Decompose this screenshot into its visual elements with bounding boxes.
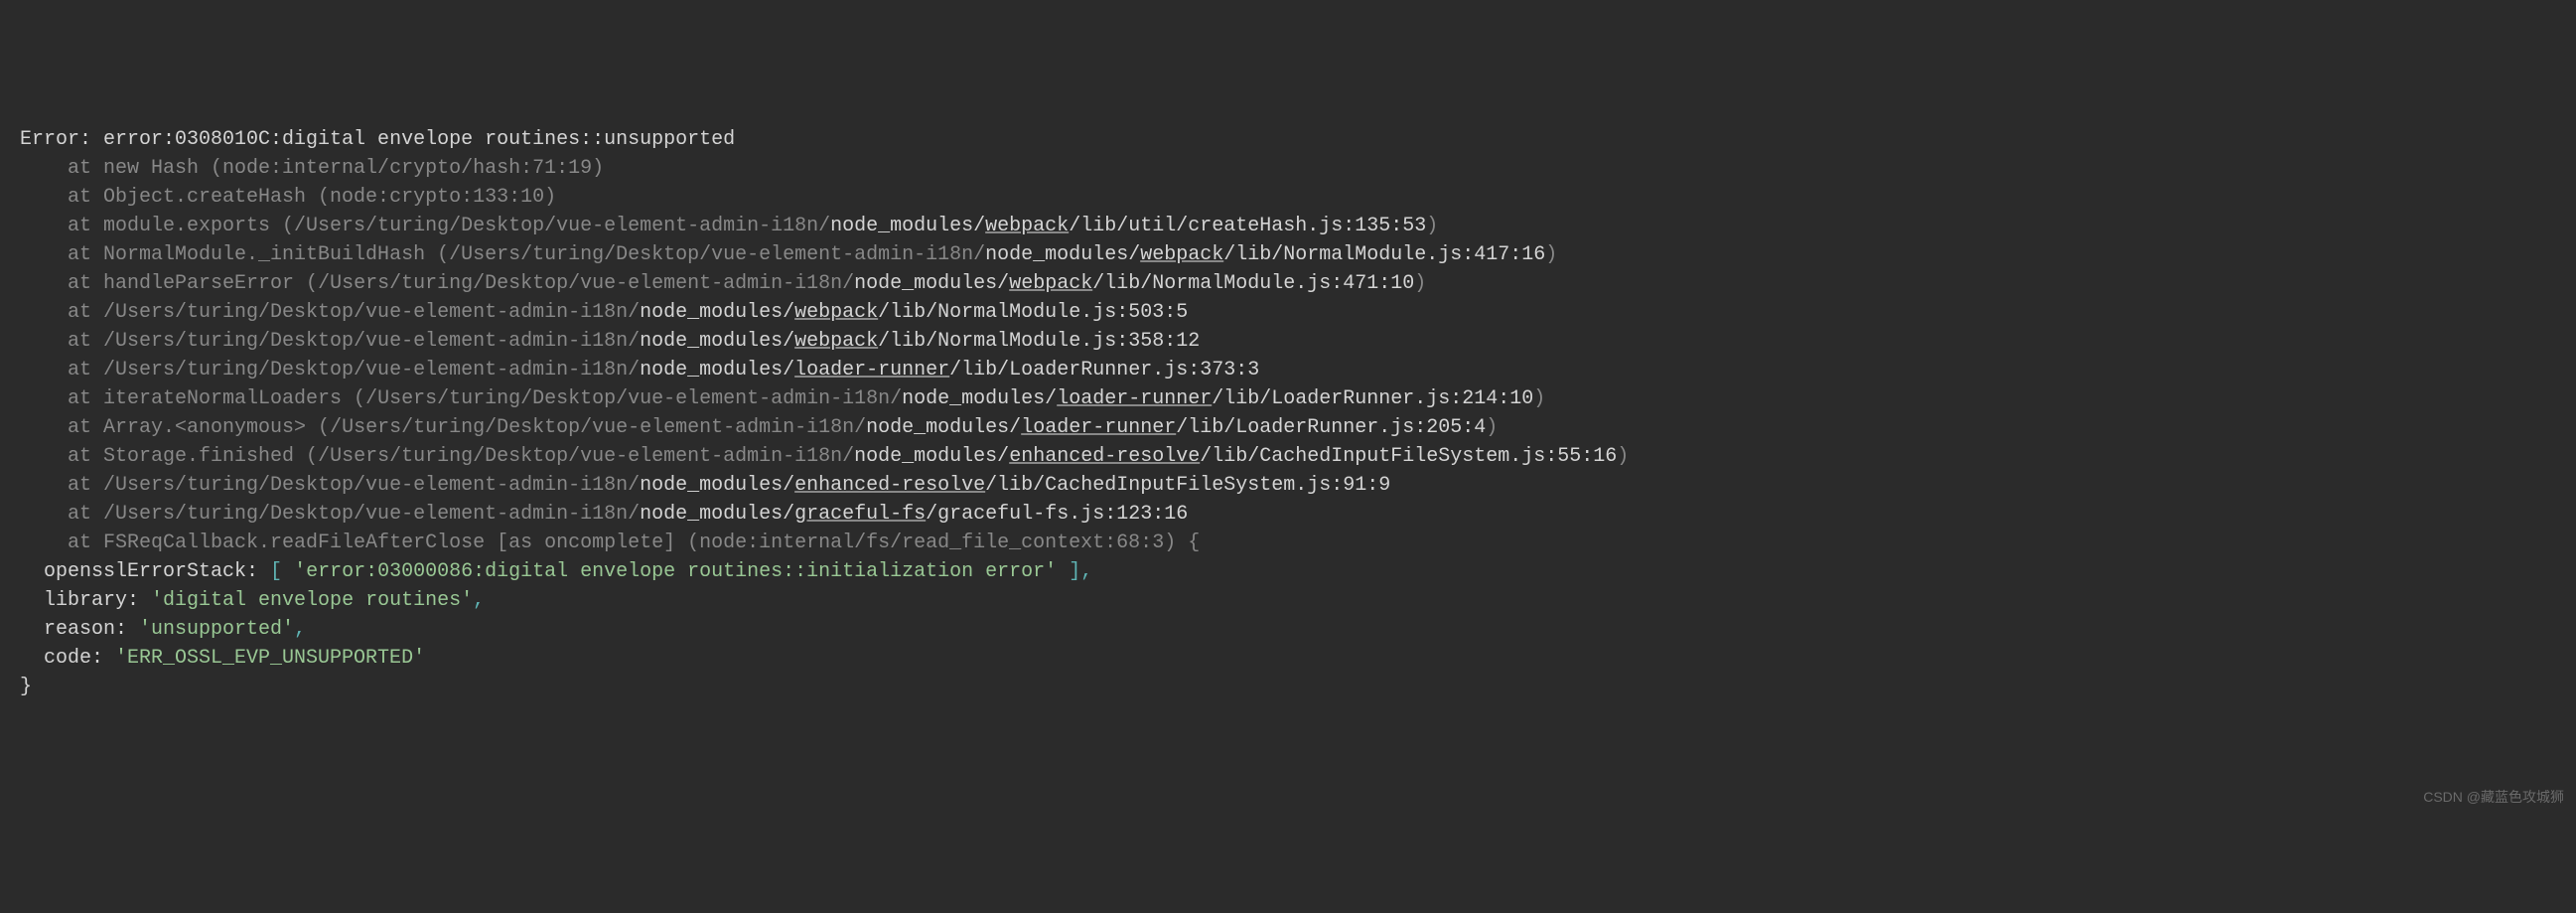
terminal-output: Error: error:0308010C:digital envelope r… bbox=[20, 125, 2556, 701]
stack-path: /lib/LoaderRunner.js:214:10 bbox=[1212, 387, 1533, 410]
prop-key: reason: bbox=[20, 618, 139, 641]
stack-module-link[interactable]: webpack bbox=[1140, 243, 1223, 266]
stack-path: node_modules/ bbox=[640, 359, 794, 381]
stack-path: /lib/util/createHash.js:135:53 bbox=[1069, 215, 1426, 237]
stack-at: at bbox=[20, 272, 103, 295]
stack-path: /lib/LoaderRunner.js:373:3 bbox=[949, 359, 1259, 381]
stack-path: /graceful-fs.js:123:16 bbox=[926, 503, 1188, 526]
stack-at: at bbox=[20, 416, 103, 439]
stack-path: /lib/NormalModule.js:358:12 bbox=[878, 330, 1200, 353]
stack-func: Object.createHash (node:crypto:133:10) bbox=[103, 186, 556, 209]
stack-close: ) bbox=[1414, 272, 1426, 295]
stack-at: at bbox=[20, 301, 103, 324]
stack-module-link[interactable]: graceful-fs bbox=[794, 503, 926, 526]
stack-module-link[interactable]: webpack bbox=[985, 215, 1069, 237]
stack-path: /Users/turing/Desktop/vue-element-admin-… bbox=[294, 215, 830, 237]
stack-func: module.exports ( bbox=[103, 215, 294, 237]
stack-path: /lib/NormalModule.js:503:5 bbox=[878, 301, 1188, 324]
prop-key: library: bbox=[20, 589, 151, 612]
bracket: [ bbox=[270, 560, 294, 583]
prop-value: 'ERR_OSSL_EVP_UNSUPPORTED' bbox=[115, 647, 425, 670]
stack-path: /Users/turing/Desktop/vue-element-admin-… bbox=[318, 272, 854, 295]
stack-path: node_modules/ bbox=[985, 243, 1140, 266]
stack-module-link[interactable]: loader-runner bbox=[794, 359, 949, 381]
stack-path: /Users/turing/Desktop/vue-element-admin-… bbox=[103, 474, 640, 497]
stack-func: FSReqCallback.readFileAfterClose [as onc… bbox=[103, 532, 1200, 554]
stack-at: at bbox=[20, 330, 103, 353]
stack-func: Storage.finished ( bbox=[103, 445, 318, 468]
stack-path: /Users/turing/Desktop/vue-element-admin-… bbox=[103, 503, 640, 526]
stack-module-link[interactable]: enhanced-resolve bbox=[794, 474, 985, 497]
stack-module-link[interactable]: webpack bbox=[1009, 272, 1092, 295]
stack-path: /lib/LoaderRunner.js:205:4 bbox=[1176, 416, 1486, 439]
stack-path: /lib/CachedInputFileSystem.js:91:9 bbox=[985, 474, 1390, 497]
stack-path: node_modules/ bbox=[640, 503, 794, 526]
stack-close: ) bbox=[1617, 445, 1629, 468]
watermark: CSDN @藏蓝色攻城狮 bbox=[2423, 787, 2564, 807]
stack-module-link[interactable]: webpack bbox=[794, 330, 878, 353]
stack-path: /Users/turing/Desktop/vue-element-admin-… bbox=[103, 330, 640, 353]
stack-at: at bbox=[20, 503, 103, 526]
stack-path: /Users/turing/Desktop/vue-element-admin-… bbox=[318, 445, 854, 468]
comma: , bbox=[294, 618, 306, 641]
stack-func: handleParseError ( bbox=[103, 272, 318, 295]
stack-module-link[interactable]: loader-runner bbox=[1057, 387, 1212, 410]
bracket: ], bbox=[1057, 560, 1092, 583]
stack-at: at bbox=[20, 157, 103, 180]
stack-at: at bbox=[20, 359, 103, 381]
comma: , bbox=[473, 589, 485, 612]
stack-close: ) bbox=[1533, 387, 1545, 410]
stack-path: node_modules/ bbox=[866, 416, 1021, 439]
stack-path: /Users/turing/Desktop/vue-element-admin-… bbox=[330, 416, 866, 439]
stack-path: /Users/turing/Desktop/vue-element-admin-… bbox=[103, 301, 640, 324]
stack-at: at bbox=[20, 474, 103, 497]
prop-key: code: bbox=[20, 647, 115, 670]
prop-value: 'unsupported' bbox=[139, 618, 294, 641]
stack-func: Array.<anonymous> ( bbox=[103, 416, 330, 439]
stack-path: /lib/NormalModule.js:417:16 bbox=[1223, 243, 1545, 266]
stack-path: node_modules/ bbox=[640, 301, 794, 324]
error-message: error:0308010C:digital envelope routines… bbox=[103, 128, 735, 151]
stack-trace: at new Hash (node:internal/crypto/hash:7… bbox=[20, 154, 2556, 557]
stack-path: /Users/turing/Desktop/vue-element-admin-… bbox=[365, 387, 902, 410]
prop-key: opensslErrorStack: bbox=[20, 560, 270, 583]
prop-value: 'digital envelope routines' bbox=[151, 589, 473, 612]
error-prefix: Error: bbox=[20, 128, 103, 151]
stack-path: /Users/turing/Desktop/vue-element-admin-… bbox=[103, 359, 640, 381]
stack-path: node_modules/ bbox=[640, 330, 794, 353]
stack-at: at bbox=[20, 186, 103, 209]
stack-path: /lib/CachedInputFileSystem.js:55:16 bbox=[1200, 445, 1617, 468]
stack-func: iterateNormalLoaders ( bbox=[103, 387, 365, 410]
stack-at: at bbox=[20, 387, 103, 410]
stack-path: node_modules/ bbox=[854, 272, 1009, 295]
stack-path: node_modules/ bbox=[830, 215, 985, 237]
stack-path: node_modules/ bbox=[854, 445, 1009, 468]
stack-module-link[interactable]: loader-runner bbox=[1021, 416, 1176, 439]
stack-path: node_modules/ bbox=[640, 474, 794, 497]
stack-close: ) bbox=[1486, 416, 1498, 439]
stack-path: /lib/NormalModule.js:471:10 bbox=[1092, 272, 1414, 295]
stack-at: at bbox=[20, 215, 103, 237]
stack-path: /Users/turing/Desktop/vue-element-admin-… bbox=[449, 243, 985, 266]
close-brace: } bbox=[20, 676, 32, 698]
stack-func: new Hash (node:internal/crypto/hash:71:1… bbox=[103, 157, 604, 180]
stack-at: at bbox=[20, 532, 103, 554]
prop-value: 'error:03000086:digital envelope routine… bbox=[294, 560, 1057, 583]
stack-at: at bbox=[20, 445, 103, 468]
stack-close: ) bbox=[1426, 215, 1438, 237]
stack-at: at bbox=[20, 243, 103, 266]
stack-module-link[interactable]: webpack bbox=[794, 301, 878, 324]
stack-path: node_modules/ bbox=[902, 387, 1057, 410]
stack-module-link[interactable]: enhanced-resolve bbox=[1009, 445, 1200, 468]
stack-close: ) bbox=[1545, 243, 1557, 266]
stack-func: NormalModule._initBuildHash ( bbox=[103, 243, 449, 266]
